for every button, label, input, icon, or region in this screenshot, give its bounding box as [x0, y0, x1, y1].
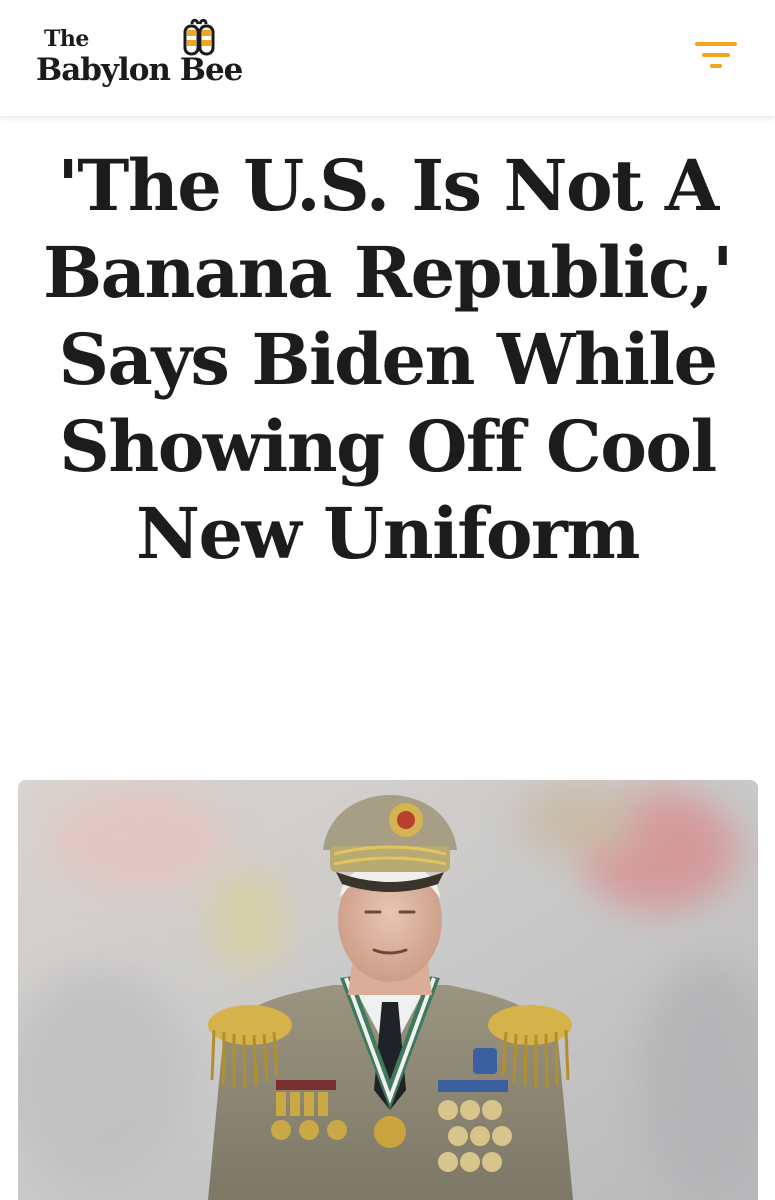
bee-icon	[182, 18, 216, 56]
article-hero-image	[18, 780, 758, 1200]
logo-text-name: Babylon Bee	[36, 52, 243, 88]
filter-menu-icon	[688, 36, 744, 82]
article-headline: 'The U.S. Is Not A Banana Republic,' Say…	[43, 144, 734, 575]
logo-text-the: The	[44, 26, 89, 52]
site-logo[interactable]: The Babylon Bee	[32, 14, 292, 100]
site-header: The Babylon Bee	[0, 0, 775, 117]
menu-button[interactable]	[688, 36, 744, 82]
